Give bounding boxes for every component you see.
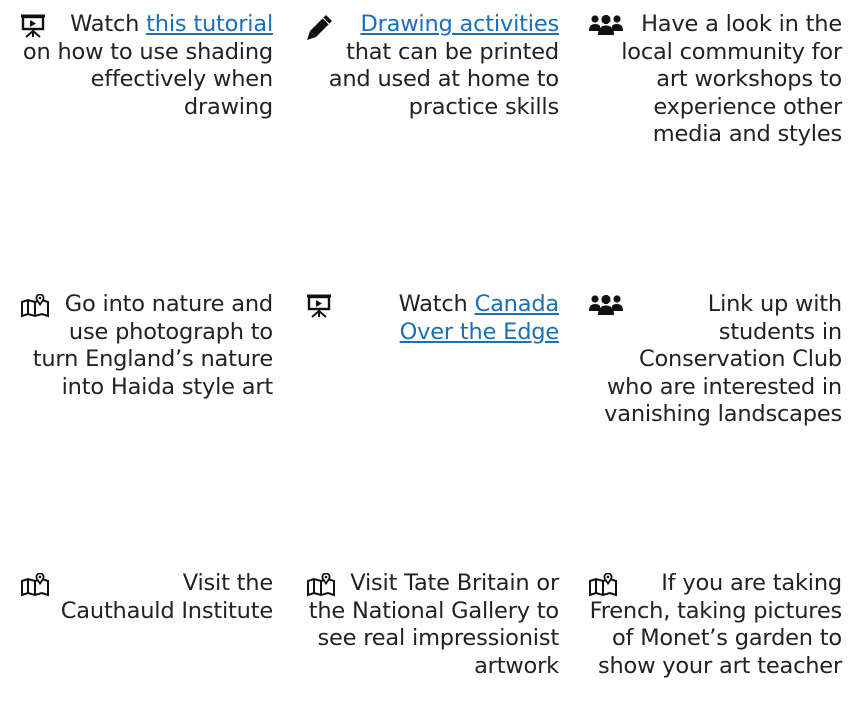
map-marker-icon (20, 570, 56, 597)
users-icon (588, 11, 624, 38)
activity-cell-conservation-club: Link up with students in Conservation Cl… (588, 291, 842, 429)
map-marker-icon (306, 570, 342, 597)
activity-text: Go into nature and use photograph to tur… (32, 291, 273, 400)
presentation-icon (306, 291, 342, 318)
map-marker-icon (588, 570, 624, 597)
activity-text: Watch (70, 11, 147, 37)
activity-text: Link up with students in Conservation Cl… (604, 291, 842, 427)
activity-text-cont: that can be printed and used at home to … (328, 38, 559, 120)
presentation-icon (20, 11, 56, 38)
activity-cell-tate-britain: Visit Tate Britain or the National Galle… (306, 570, 559, 680)
activity-cell-canada-over-the-edge: Watch Canada Over the Edge (306, 291, 559, 346)
pencil-icon (306, 11, 342, 40)
activity-cell-monets-garden: If you are taking French, taking picture… (588, 570, 842, 680)
drawing-activities-link[interactable]: Drawing activities (360, 11, 559, 37)
activity-grid: Watch this tutorial on how to use shadin… (0, 0, 849, 728)
activity-cell-drawing-activities: Drawing activities that can be printed a… (306, 11, 559, 121)
activity-cell-cauthauld-institute: Visit the Cauthauld Institute (20, 570, 273, 625)
activity-text: Visit Tate Britain or the National Galle… (308, 570, 559, 679)
activity-text: Visit the Cauthauld Institute (60, 570, 273, 624)
users-icon (588, 291, 624, 318)
activity-cell-shading-tutorial: Watch this tutorial on how to use shadin… (20, 11, 273, 121)
map-marker-icon (20, 291, 56, 318)
activity-cell-haida-art: Go into nature and use photograph to tur… (20, 291, 273, 401)
activity-text: If you are taking French, taking picture… (589, 570, 843, 679)
activity-text: Have a look in the local community for a… (621, 11, 842, 147)
activity-text: Watch (398, 291, 475, 317)
activity-text-cont: on how to use shading effectively when d… (22, 38, 273, 120)
activity-cell-art-workshops: Have a look in the local community for a… (588, 11, 842, 149)
this-tutorial-link[interactable]: this tutorial (146, 11, 273, 37)
